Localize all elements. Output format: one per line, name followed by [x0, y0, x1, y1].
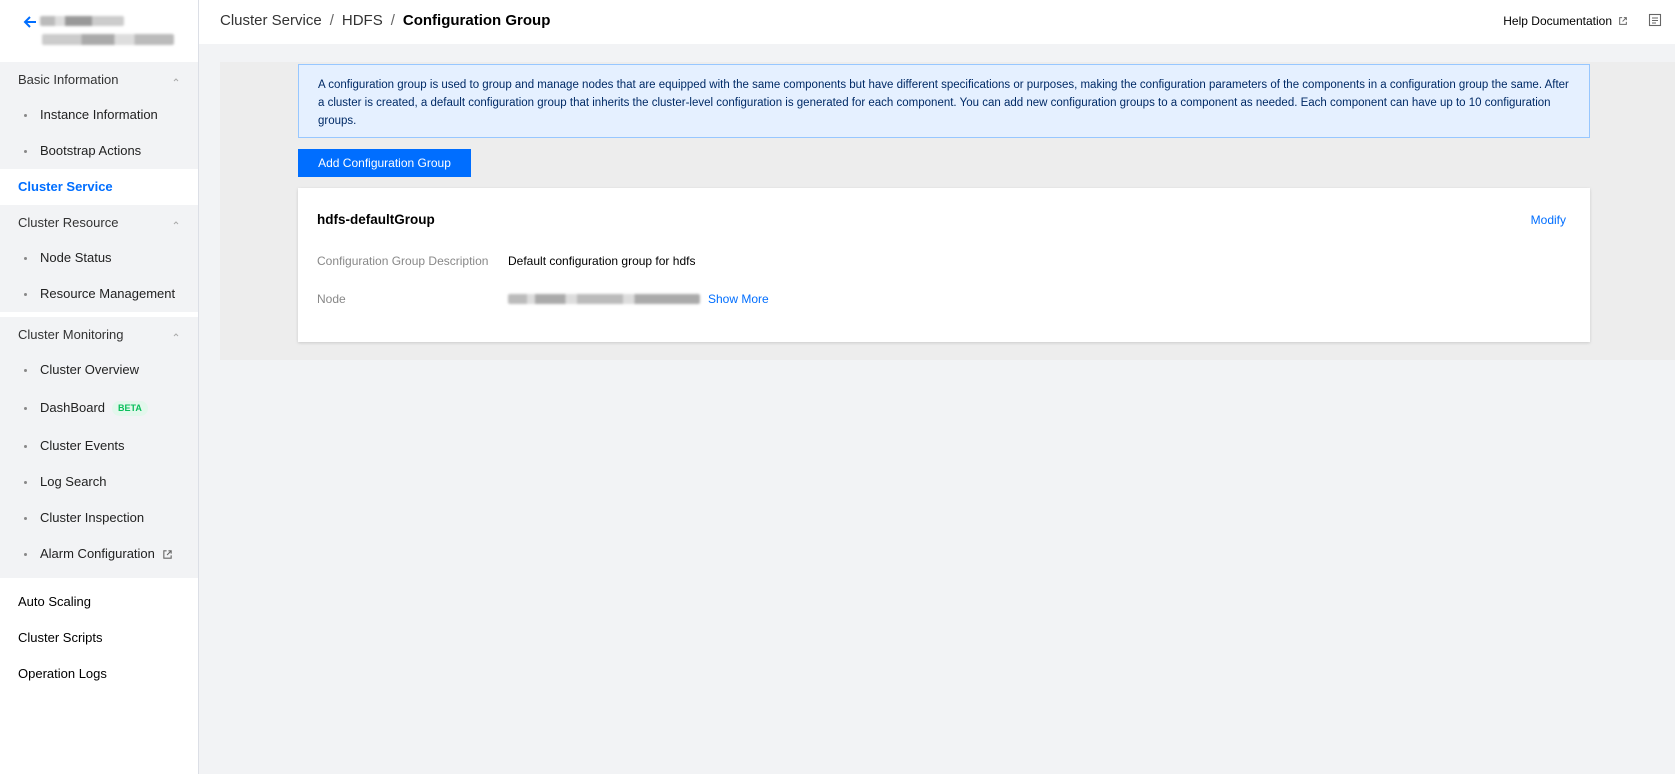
sidebar-item-dashboard[interactable]: DashBoard BETA [0, 388, 198, 428]
node-value: Show More [508, 292, 769, 306]
sidebar-group-title[interactable]: Cluster Resource [0, 205, 198, 240]
sidebar-group-title[interactable]: Basic Information [0, 62, 198, 97]
add-configuration-group-button[interactable]: Add Configuration Group [298, 149, 471, 177]
node-list-redacted [508, 294, 700, 304]
external-link-icon [1619, 17, 1627, 25]
sidebar-item-node-status[interactable]: Node Status [0, 240, 198, 276]
external-link-icon [163, 549, 172, 559]
sidebar-header [0, 0, 198, 62]
sidebar-item-cluster-overview[interactable]: Cluster Overview [0, 352, 198, 388]
page-title: Configuration Group [402, 12, 551, 29]
sidebar-item-log-search[interactable]: Log Search [0, 464, 198, 500]
chevron-up-icon [173, 221, 179, 225]
breadcrumb-separator: / [329, 12, 334, 29]
sidebar-item-bootstrap-actions[interactable]: Bootstrap Actions [0, 133, 198, 169]
sidebar-item-operation-logs[interactable]: Operation Logs [0, 656, 198, 692]
description-value: Default configuration group for hdfs [508, 254, 696, 268]
back-arrow-icon[interactable] [22, 14, 38, 30]
configuration-group-card: hdfs-defaultGroup Modify Configuration G… [298, 188, 1590, 342]
sidebar-item-cluster-service[interactable]: Cluster Service [0, 169, 198, 205]
sidebar-group-cluster-monitoring: Cluster Monitoring Cluster Overview Dash… [0, 317, 198, 578]
sidebar: Basic Information Instance Information B… [0, 0, 199, 774]
node-row: Node Show More [317, 292, 769, 306]
chevron-up-icon [173, 333, 179, 337]
sidebar-group-title[interactable]: Cluster Monitoring [0, 317, 198, 352]
show-more-link[interactable]: Show More [708, 292, 769, 306]
document-list-icon[interactable] [1648, 13, 1662, 27]
description-label: Configuration Group Description [317, 254, 489, 268]
configuration-group-title: hdfs-defaultGroup [317, 212, 435, 227]
help-documentation-link[interactable]: Help Documentation [1503, 14, 1628, 28]
sidebar-group-basic-information: Basic Information Instance Information B… [0, 62, 198, 169]
breadcrumb-separator: / [390, 12, 395, 29]
cluster-id-redacted [42, 34, 174, 45]
breadcrumb: Cluster Service / HDFS / Configuration G… [220, 12, 550, 29]
sidebar-item-cluster-scripts[interactable]: Cluster Scripts [0, 620, 198, 656]
breadcrumb-item-hdfs[interactable]: HDFS [342, 12, 383, 29]
sidebar-item-resource-management[interactable]: Resource Management [0, 276, 198, 312]
beta-badge: BETA [112, 400, 148, 416]
node-label: Node [317, 292, 346, 306]
sidebar-item-cluster-events[interactable]: Cluster Events [0, 428, 198, 464]
breadcrumb-item-cluster-service[interactable]: Cluster Service [220, 12, 322, 29]
sidebar-item-cluster-inspection[interactable]: Cluster Inspection [0, 500, 198, 536]
chevron-up-icon [173, 78, 179, 82]
sidebar-item-auto-scaling[interactable]: Auto Scaling [0, 584, 198, 620]
page-header: Cluster Service / HDFS / Configuration G… [199, 0, 1675, 44]
info-notice: A configuration group is used to group a… [298, 64, 1590, 138]
modify-link[interactable]: Modify [1531, 213, 1566, 227]
description-row: Configuration Group Description Default … [317, 254, 695, 268]
sidebar-item-instance-information[interactable]: Instance Information [0, 97, 198, 133]
sidebar-item-alarm-configuration[interactable]: Alarm Configuration [0, 536, 198, 572]
cluster-name-redacted [40, 16, 124, 26]
sidebar-group-cluster-resource: Cluster Resource Node Status Resource Ma… [0, 205, 198, 312]
